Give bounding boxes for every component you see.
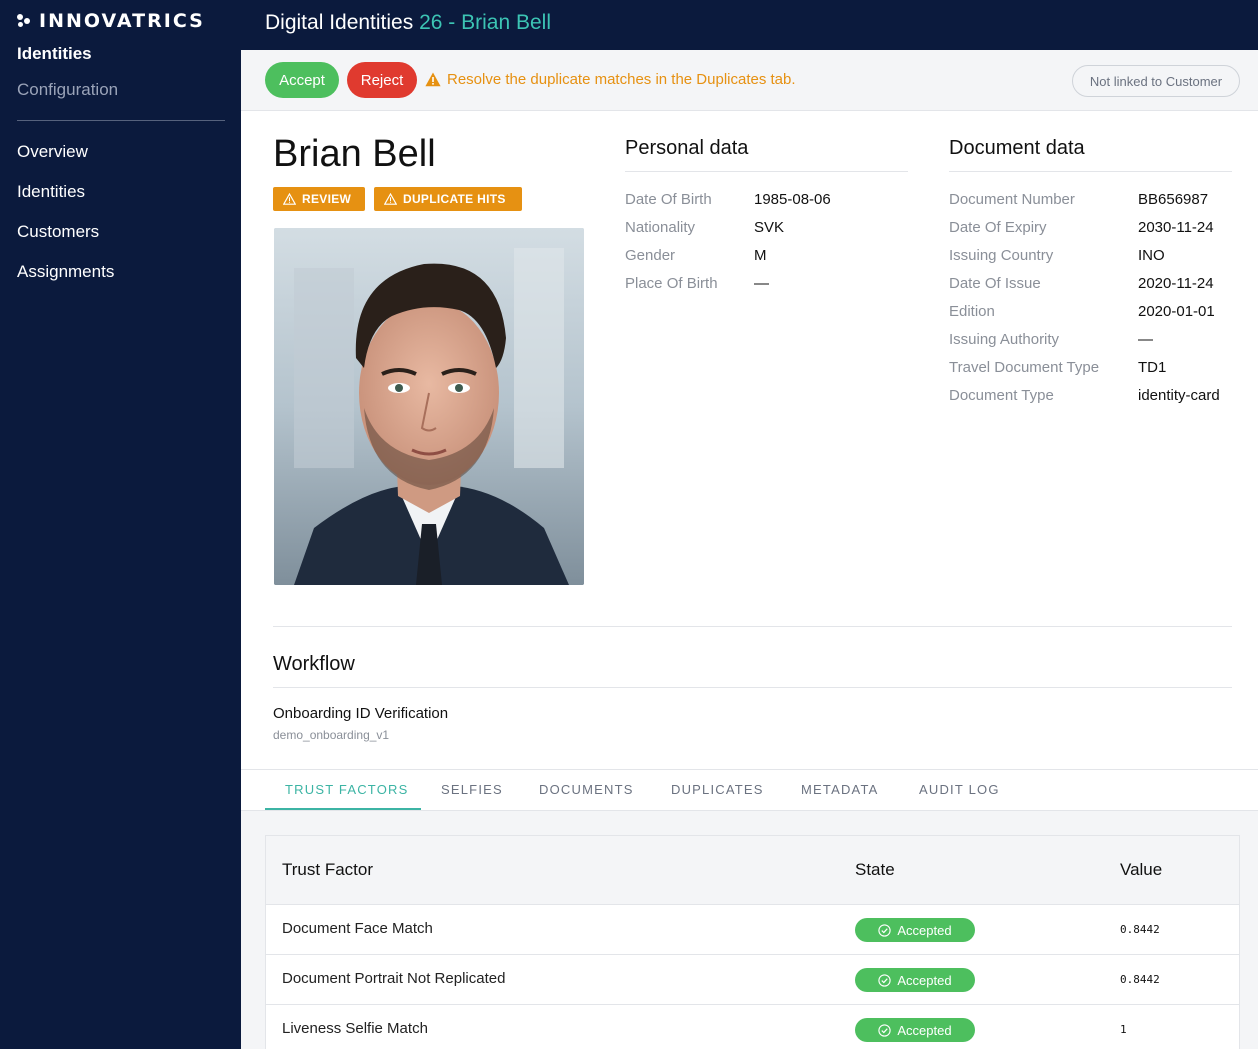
review-badge: REVIEW	[273, 187, 365, 211]
personal-data-divider	[625, 171, 908, 172]
workflow-top-divider	[273, 626, 1232, 627]
check-circle-icon	[878, 923, 892, 937]
column-header-trust-factor[interactable]: Trust Factor	[282, 860, 373, 880]
tab-trust-factors[interactable]: TRUST FACTORS	[285, 782, 408, 797]
warning-icon	[425, 72, 441, 87]
state-label: Accepted	[897, 922, 952, 938]
sidebar-item-assignments[interactable]: Assignments	[17, 262, 114, 286]
workflow-title: Workflow	[273, 653, 355, 675]
personal-value: SVK	[754, 219, 785, 236]
page-title-section: Digital Identities	[265, 11, 414, 34]
detail-tabs: TRUST FACTORS SELFIES DOCUMENTS DUPLICAT…	[241, 769, 1258, 811]
state-label: Accepted	[897, 972, 952, 988]
personal-key: Date Of Birth	[625, 191, 712, 208]
sidebar-item-overview[interactable]: Overview	[17, 142, 114, 166]
personal-value: M	[754, 247, 767, 264]
sidebar-item-customers[interactable]: Customers	[17, 222, 114, 246]
customer-link-badge[interactable]: Not linked to Customer	[1072, 65, 1240, 97]
warning-outline-icon	[384, 193, 397, 205]
trust-factor-value: 0.8442	[1120, 973, 1160, 986]
document-key: Date Of Expiry	[949, 219, 1047, 236]
sidebar-nav: Overview Identities Customers Assignment…	[17, 142, 114, 302]
trust-factor-name: Document Face Match	[282, 920, 433, 937]
column-header-state[interactable]: State	[855, 860, 895, 880]
tab-selfies[interactable]: SELFIES	[441, 782, 503, 797]
document-data-title: Document data	[949, 137, 1085, 159]
trust-factor-value: 0.8442	[1120, 923, 1160, 936]
action-bar: Accept Reject Resolve the duplicate matc…	[241, 50, 1258, 111]
document-key: Document Number	[949, 191, 1075, 208]
duplicate-hits-badge-label: DUPLICATE HITS	[403, 192, 506, 206]
document-value: —	[1138, 331, 1153, 348]
tab-metadata[interactable]: METADATA	[801, 782, 879, 797]
sidebar: INNOVATRICS Identities Configuration Ove…	[0, 0, 241, 1049]
document-data-divider	[949, 171, 1232, 172]
state-label: Accepted	[897, 1022, 952, 1038]
tab-documents[interactable]: DOCUMENTS	[539, 782, 634, 797]
top-header: Digital Identities 26 - Brian Bell	[241, 0, 1258, 50]
reject-button[interactable]: Reject	[347, 62, 417, 98]
document-value: TD1	[1138, 359, 1167, 376]
sidebar-section-configuration[interactable]: Configuration	[17, 80, 118, 104]
workflow-divider	[273, 687, 1232, 688]
personal-value: —	[754, 275, 769, 292]
personal-key: Gender	[625, 247, 676, 264]
state-badge: Accepted	[855, 1018, 975, 1042]
personal-key: Nationality	[625, 219, 696, 236]
table-row[interactable]: Document Portrait Not Replicated Accepte…	[266, 955, 1239, 1005]
document-value: identity-card	[1138, 387, 1220, 404]
state-badge: Accepted	[855, 968, 975, 992]
document-key: Document Type	[949, 387, 1054, 404]
sidebar-divider	[17, 120, 225, 121]
document-value: 2030-11-24	[1138, 219, 1214, 236]
duplicate-warning: Resolve the duplicate matches in the Dup…	[425, 71, 796, 88]
trust-factor-value: 1	[1120, 1023, 1127, 1036]
state-badge: Accepted	[855, 918, 975, 942]
document-value: INO	[1138, 247, 1165, 264]
sidebar-section-identities[interactable]: Identities	[17, 44, 118, 68]
logo-mark-icon	[17, 14, 31, 28]
sidebar-sections: Identities Configuration	[17, 44, 118, 116]
brand-name: INNOVATRICS	[39, 10, 205, 32]
document-key: Travel Document Type	[949, 359, 1100, 376]
trust-factor-name: Document Portrait Not Replicated	[282, 970, 506, 987]
personal-value: 1985-08-06	[754, 191, 831, 208]
table-row[interactable]: Liveness Selfie Match Accepted 1	[266, 1005, 1239, 1049]
table-header: Trust Factor State Value	[266, 836, 1239, 905]
column-header-value[interactable]: Value	[1120, 860, 1162, 880]
sidebar-item-identities[interactable]: Identities	[17, 182, 114, 206]
page-title-identity: 26 - Brian Bell	[419, 11, 551, 34]
identity-portrait	[274, 228, 584, 585]
workflow-id: demo_onboarding_v1	[273, 728, 390, 742]
accept-button[interactable]: Accept	[265, 62, 339, 98]
warning-text: Resolve the duplicate matches in the Dup…	[447, 71, 796, 88]
personal-data-title: Personal data	[625, 137, 749, 159]
document-key: Edition	[949, 303, 995, 320]
table-row[interactable]: Document Face Match Accepted 0.8442	[266, 905, 1239, 955]
page-title: Digital Identities 26 - Brian Bell	[265, 11, 551, 35]
portrait-image	[274, 228, 584, 585]
workflow-name: Onboarding ID Verification	[273, 705, 449, 722]
review-badge-label: REVIEW	[302, 192, 352, 206]
tab-duplicates[interactable]: DUPLICATES	[671, 782, 764, 797]
identity-panel: Brian Bell REVIEW DUPLICATE HITS Persona…	[241, 111, 1258, 769]
trust-factor-name: Liveness Selfie Match	[282, 1020, 428, 1037]
document-key: Issuing Authority	[949, 331, 1060, 348]
check-circle-icon	[878, 973, 892, 987]
warning-outline-icon	[283, 193, 296, 205]
active-tab-indicator	[265, 808, 421, 810]
trust-factors-table: Trust Factor State Value Document Face M…	[265, 835, 1240, 1049]
duplicate-hits-badge: DUPLICATE HITS	[374, 187, 522, 211]
identity-name: Brian Bell	[273, 133, 436, 175]
document-value: BB656987	[1138, 191, 1209, 208]
document-value: 2020-11-24	[1138, 275, 1214, 292]
document-key: Date Of Issue	[949, 275, 1041, 292]
check-circle-icon	[878, 1023, 892, 1037]
document-key: Issuing Country	[949, 247, 1054, 264]
tab-audit-log[interactable]: AUDIT LOG	[919, 782, 1000, 797]
document-value: 2020-01-01	[1138, 303, 1215, 320]
personal-key: Place Of Birth	[625, 275, 718, 292]
brand-logo[interactable]: INNOVATRICS	[17, 10, 205, 32]
